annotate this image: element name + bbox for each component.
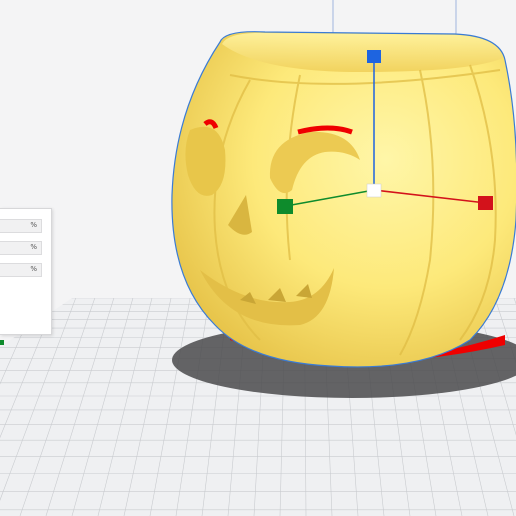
green-cube-handle-icon[interactable] [277, 199, 293, 214]
scale-z-field[interactable]: % [0, 263, 42, 277]
3d-viewport[interactable] [0, 0, 516, 516]
origin-marker [0, 340, 4, 345]
white-cube-center-icon[interactable] [366, 183, 382, 198]
scale-y-field[interactable]: % [0, 241, 42, 255]
pumpkin-model[interactable] [171, 31, 516, 368]
scale-x-unit: % [30, 221, 37, 229]
scale-x-field[interactable]: % [0, 219, 42, 233]
scale-y-unit: % [30, 243, 37, 251]
blue-cube-handle-icon[interactable] [367, 50, 381, 63]
scale-z-unit: % [30, 265, 37, 273]
red-cube-handle-icon[interactable] [478, 196, 493, 210]
scale-panel: % % % [0, 208, 52, 335]
